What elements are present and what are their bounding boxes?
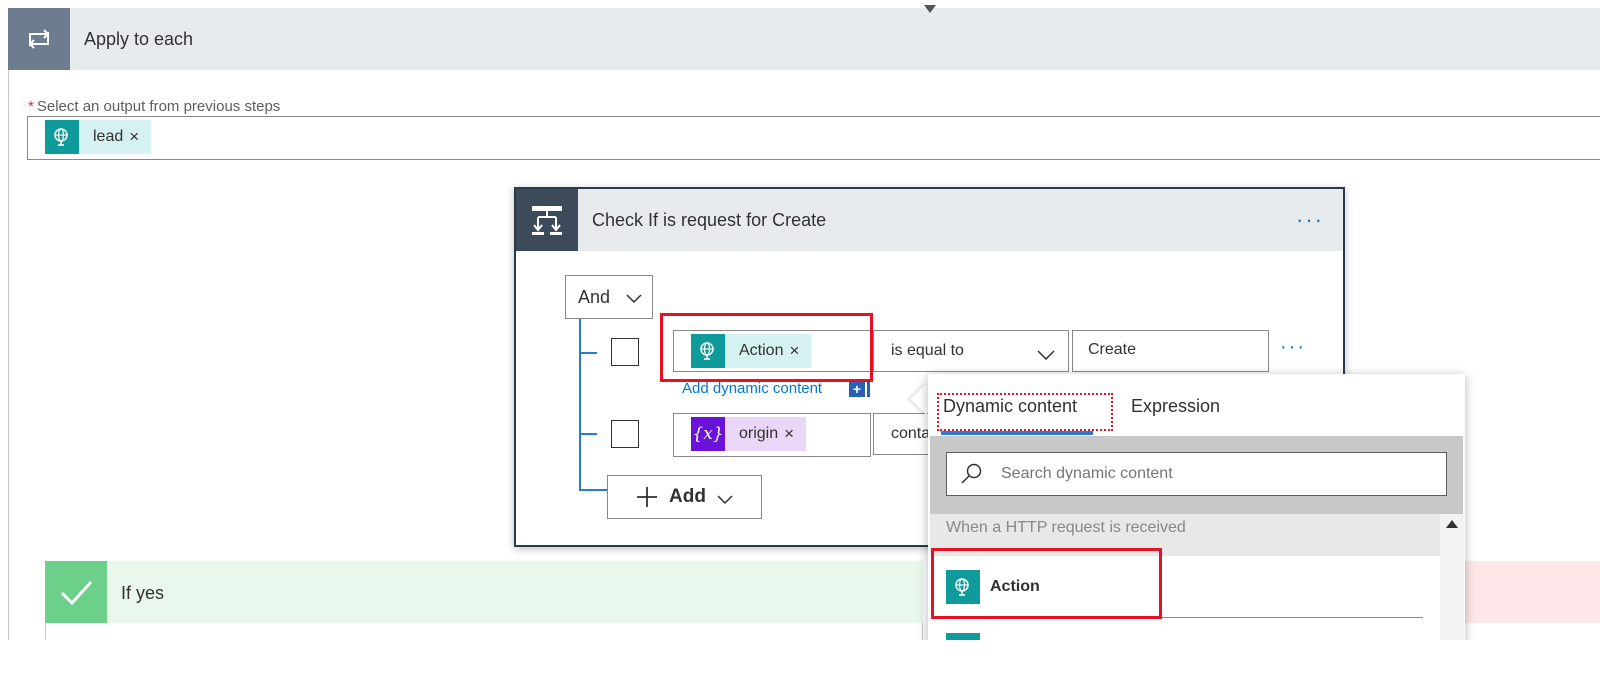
row-more-options-button[interactable]: ··· xyxy=(1280,336,1306,359)
apply-to-each-header[interactable] xyxy=(8,8,1600,70)
globe-request-icon xyxy=(691,334,725,368)
lead-token[interactable]: lead × xyxy=(45,120,152,154)
output-select-input[interactable]: lead × xyxy=(27,116,1600,160)
action-token-label: Action xyxy=(739,342,784,359)
globe-request-icon xyxy=(45,120,79,154)
action-token-remove-icon[interactable]: × xyxy=(789,341,811,361)
tree-branch xyxy=(579,352,597,354)
row-checkbox[interactable] xyxy=(611,338,639,366)
scroll-up-arrow-icon[interactable] xyxy=(1446,520,1458,528)
search-icon xyxy=(960,462,984,491)
active-tab-indicator xyxy=(941,431,1093,435)
tab-focus-outline xyxy=(937,393,1113,431)
condition-title: Check If is request for Create xyxy=(592,210,827,230)
page-bottom xyxy=(0,640,1600,688)
section-title: When a HTTP request is received xyxy=(946,519,1186,536)
chevron-down-icon xyxy=(717,492,733,510)
tree-branch xyxy=(579,433,597,435)
tree-branch xyxy=(579,489,607,491)
output-field-label: * Select an output from previous steps xyxy=(28,98,281,115)
dynamic-item-label: Action xyxy=(990,578,1040,595)
if-no-header[interactable] xyxy=(1460,561,1600,623)
tab-expression[interactable]: Expression xyxy=(1131,396,1220,417)
if-yes-header[interactable] xyxy=(45,561,923,623)
item-divider xyxy=(946,617,1423,618)
connector-arrow-icon xyxy=(924,0,936,13)
add-dynamic-content-indicator xyxy=(867,381,870,397)
loop-icon xyxy=(8,8,70,70)
if-yes-title: If yes xyxy=(121,583,165,603)
chevron-down-icon xyxy=(626,291,642,309)
condition-left-operand-input[interactable]: Action × xyxy=(673,330,871,372)
plus-icon xyxy=(636,486,658,513)
add-dynamic-content-link[interactable]: Add dynamic content xyxy=(682,380,822,397)
apply-to-each-title: Apply to each xyxy=(84,29,194,49)
condition-more-options-button[interactable]: ··· xyxy=(1296,207,1324,233)
condition-value-text: Create xyxy=(1088,341,1137,358)
condition-icon xyxy=(516,189,578,251)
group-operator-label: And xyxy=(578,286,611,307)
origin-token[interactable]: {x} origin × xyxy=(691,417,807,451)
globe-request-icon xyxy=(946,570,980,604)
checkmark-icon xyxy=(45,561,107,623)
add-dynamic-content-plus-icon[interactable]: + xyxy=(849,381,865,397)
tree-line xyxy=(579,319,581,491)
search-dynamic-content-input[interactable] xyxy=(1001,465,1421,483)
lead-token-label: lead xyxy=(93,128,124,145)
operator-label: conta xyxy=(891,425,931,442)
operator-label: is equal to xyxy=(891,342,964,359)
add-button-label: Add xyxy=(669,486,706,507)
origin-token-remove-icon[interactable]: × xyxy=(784,424,806,444)
row-checkbox[interactable] xyxy=(611,420,639,448)
chevron-down-icon xyxy=(1037,347,1055,365)
condition-left-operand-input[interactable]: {x} origin × xyxy=(673,413,871,457)
action-token[interactable]: Action × xyxy=(691,334,812,368)
lead-token-remove-icon[interactable]: × xyxy=(129,127,151,147)
origin-token-label: origin xyxy=(739,425,779,442)
variable-icon: {x} xyxy=(691,417,725,451)
